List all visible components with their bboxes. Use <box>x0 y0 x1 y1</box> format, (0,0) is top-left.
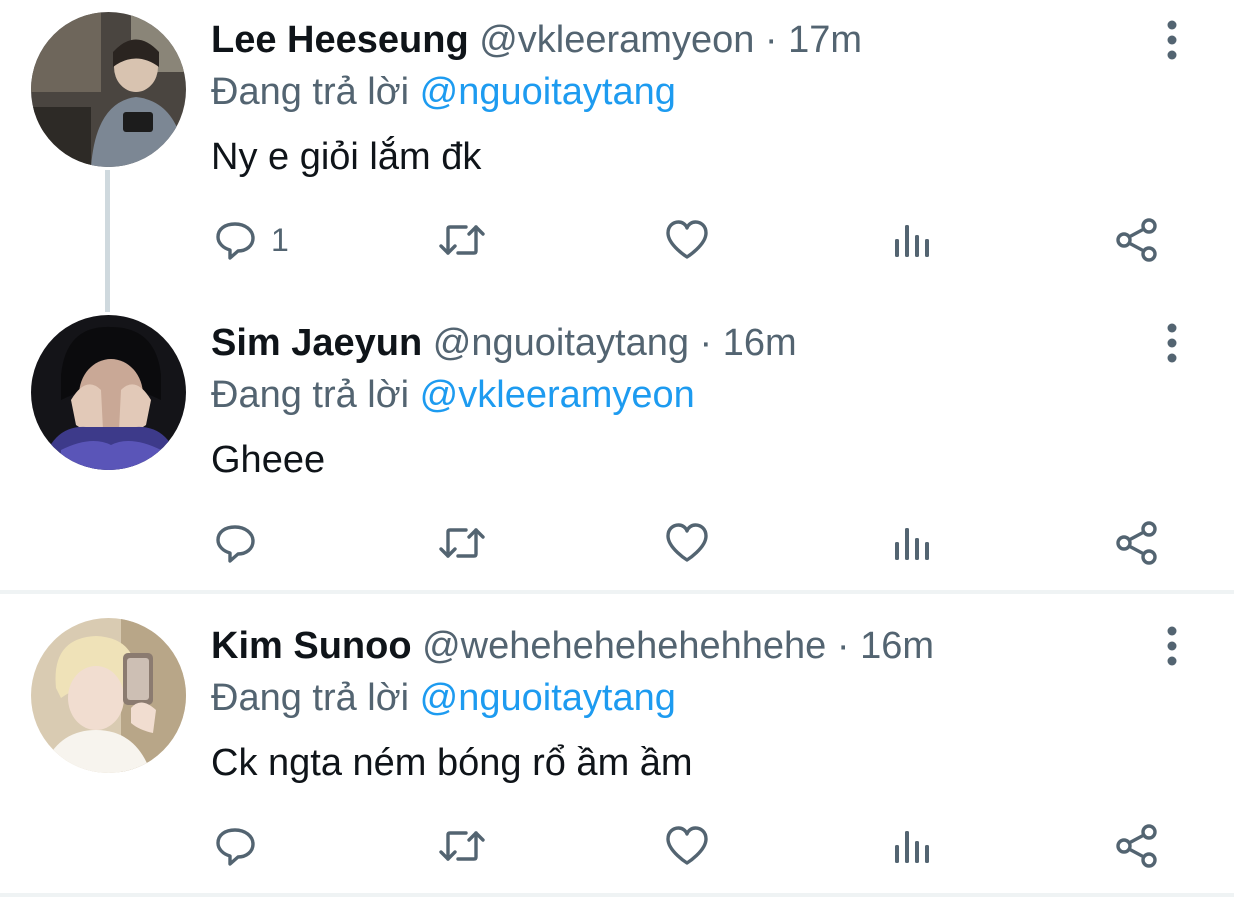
author-name[interactable]: Kim Sunoo <box>211 625 412 667</box>
share-button[interactable] <box>1114 820 1160 872</box>
replying-to-prefix: Đang trả lời <box>211 71 410 113</box>
avatar[interactable] <box>31 12 186 167</box>
reply-icon <box>216 525 255 563</box>
tweet[interactable]: Lee Heeseung @vkleeramyeon · 17m Đang tr… <box>0 0 1234 300</box>
tweet-text: Ny e giỏi lắm đk <box>211 136 482 178</box>
replying-to-line: Đang trả lời @nguoitaytang <box>211 70 676 114</box>
like-icon <box>666 220 708 259</box>
tweet-divider <box>0 893 1234 897</box>
tweet-header: Sim Jaeyun @nguoitaytang · 16m <box>211 321 797 365</box>
timestamp[interactable]: 16m <box>723 322 797 364</box>
views-button[interactable] <box>892 517 932 569</box>
reply-feed: Lee Heeseung @vkleeramyeon · 17m Đang tr… <box>0 0 1234 900</box>
tweet[interactable]: Sim Jaeyun @nguoitaytang · 16m Đang trả … <box>0 303 1234 590</box>
more-options-button[interactable] <box>1154 18 1190 62</box>
retweet-button[interactable] <box>438 517 486 569</box>
tweet-text: Ck ngta ném bóng rổ ầm ầm <box>211 742 693 784</box>
tweet-header: Lee Heeseung @vkleeramyeon · 17m <box>211 18 862 62</box>
author-name[interactable]: Sim Jaeyun <box>211 322 422 364</box>
author-handle[interactable]: @wehehehehehehhehe <box>422 625 826 667</box>
tweet-actions <box>0 517 1234 569</box>
separator-dot: · <box>764 19 778 61</box>
tweet-header: Kim Sunoo @wehehehehehehhehe · 16m <box>211 624 934 668</box>
more-options-icon <box>1167 626 1177 666</box>
tweet-text: Gheee <box>211 439 326 481</box>
reply-icon <box>216 828 255 866</box>
replying-to-mention[interactable]: @nguoitaytang <box>420 677 676 719</box>
share-button[interactable] <box>1114 517 1160 569</box>
reply-icon <box>216 222 255 260</box>
views-icon <box>895 225 929 257</box>
separator-dot: · <box>699 322 713 364</box>
tweet-divider <box>0 590 1234 594</box>
share-icon <box>1116 824 1157 868</box>
tweet-actions <box>0 820 1234 872</box>
tweet-actions: 1 <box>0 214 1234 266</box>
views-icon <box>895 528 929 560</box>
replying-to-prefix: Đang trả lời <box>211 677 410 719</box>
tweet[interactable]: Kim Sunoo @wehehehehehehhehe · 16m Đang … <box>0 606 1234 892</box>
replying-to-mention[interactable]: @vkleeramyeon <box>420 374 695 416</box>
like-icon <box>666 523 708 562</box>
like-button[interactable] <box>664 517 710 569</box>
author-handle[interactable]: @nguoitaytang <box>433 322 689 364</box>
more-options-icon <box>1167 20 1177 60</box>
more-options-button[interactable] <box>1154 321 1190 365</box>
share-icon <box>1116 218 1157 262</box>
timestamp[interactable]: 17m <box>788 19 862 61</box>
retweet-icon <box>439 528 485 558</box>
retweet-button[interactable] <box>438 820 486 872</box>
share-button[interactable] <box>1114 214 1160 266</box>
replying-to-mention[interactable]: @nguoitaytang <box>420 71 676 113</box>
share-icon <box>1116 521 1157 565</box>
more-options-button[interactable] <box>1154 624 1190 668</box>
author-handle[interactable]: @vkleeramyeon <box>479 19 754 61</box>
views-icon <box>895 831 929 863</box>
avatar[interactable] <box>31 618 186 773</box>
retweet-icon <box>439 831 485 861</box>
timestamp[interactable]: 16m <box>860 625 934 667</box>
reply-count: 1 <box>271 221 289 258</box>
replying-to-line: Đang trả lời @nguoitaytang <box>211 676 676 720</box>
views-button[interactable] <box>892 820 932 872</box>
retweet-button[interactable] <box>438 214 486 266</box>
reply-button[interactable] <box>213 517 271 569</box>
author-name[interactable]: Lee Heeseung <box>211 19 469 61</box>
reply-button[interactable]: 1 <box>213 214 289 266</box>
like-button[interactable] <box>664 214 710 266</box>
replying-to-prefix: Đang trả lời <box>211 374 410 416</box>
reply-button[interactable] <box>213 820 271 872</box>
like-icon <box>666 826 708 865</box>
views-button[interactable] <box>892 214 932 266</box>
separator-dot: · <box>836 625 850 667</box>
replying-to-line: Đang trả lời @vkleeramyeon <box>211 373 695 417</box>
more-options-icon <box>1167 323 1177 363</box>
retweet-icon <box>439 225 485 255</box>
like-button[interactable] <box>664 820 710 872</box>
avatar[interactable] <box>31 315 186 470</box>
